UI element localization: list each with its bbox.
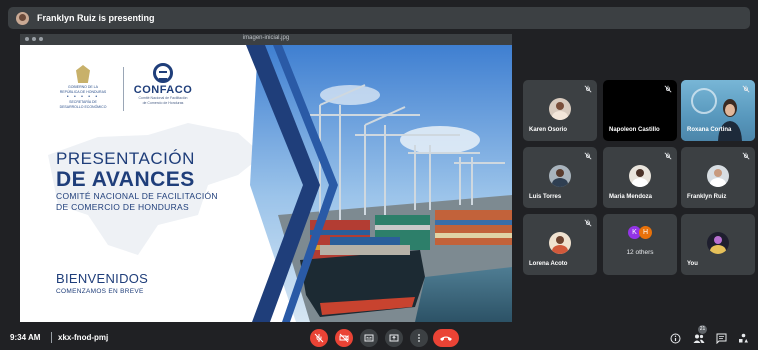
participant-name: You: [687, 261, 698, 267]
slide-subtitle: DE COMERCIO DE HONDURAS: [56, 202, 189, 212]
activities-icon: [738, 333, 748, 342]
camera-toggle-button[interactable]: [335, 329, 353, 347]
presentation-file-name: imagen-inicial.jpg: [242, 35, 290, 41]
participant-tile[interactable]: Franklyn Ruiz: [681, 147, 755, 208]
participant-tile[interactable]: Karen Osorio: [523, 80, 597, 141]
participant-name: Maria Mendoza: [609, 194, 653, 200]
others-tile[interactable]: K H 12 others: [603, 214, 677, 275]
participant-tile[interactable]: Lorena Acoto: [523, 214, 597, 275]
confaco-logo-subtitle: de Comercio de Honduras: [142, 100, 184, 105]
meeting-code: xkx-fnod-pmj: [58, 333, 109, 342]
presenter-avatar: [16, 11, 29, 25]
participant-name: Karen Osorio: [529, 127, 568, 133]
self-tile[interactable]: You: [681, 214, 755, 275]
present-now-button[interactable]: [385, 329, 403, 347]
confaco-logo-name: CONFACO: [133, 84, 193, 96]
mic-off-icon: [584, 219, 592, 227]
camera-off-icon: [339, 333, 349, 343]
participant-name: Lorena Acoto: [529, 261, 568, 267]
slide-welcome: BIENVENIDOS: [56, 271, 149, 286]
avatar: [707, 232, 729, 254]
participant-video-person: [718, 99, 742, 141]
chat-button[interactable]: [714, 331, 728, 345]
participant-tile[interactable]: Napoleon Castillo: [603, 80, 677, 141]
activities-button[interactable]: [736, 331, 750, 345]
others-initials: K H: [628, 226, 652, 239]
mic-off-icon: [584, 152, 592, 160]
participant-initial: H: [639, 226, 652, 239]
avatar: [549, 98, 571, 120]
more-options-button[interactable]: [410, 329, 428, 347]
participant-tile[interactable]: Roxana Cortina: [681, 80, 755, 141]
slide-starting-soon: COMENZAMOS EN BREVE: [56, 288, 144, 295]
captions-button[interactable]: [360, 329, 378, 347]
confaco-logo-subtitle: Comité Nacional de Facilitación: [138, 96, 188, 100]
participant-name: Franklyn Ruiz: [687, 194, 727, 200]
meeting-details-button[interactable]: [668, 331, 682, 345]
slide-title: PRESENTACIÓN: [56, 149, 195, 168]
participant-name: Luis Torres: [529, 194, 562, 200]
slide-title-bold: DE AVANCES: [56, 168, 195, 191]
chat-icon: [716, 333, 726, 344]
participant-count-badge: 21: [698, 325, 707, 334]
participant-name: Napoleon Castillo: [609, 127, 660, 133]
participant-name: Roxana Cortina: [687, 127, 732, 133]
avatar: [549, 165, 571, 187]
participant-tile[interactable]: Luis Torres: [523, 147, 597, 208]
avatar: [549, 232, 571, 254]
presenting-banner: Franklyn Ruiz is presenting: [8, 7, 750, 29]
confaco-logo: CONFACO Comité Nacional de Facilitación …: [128, 63, 198, 105]
more-icon: [418, 334, 420, 342]
present-icon: [389, 334, 399, 342]
coat-of-arms-icon: [76, 65, 90, 83]
mic-off-icon: [314, 333, 324, 343]
presentation-screen[interactable]: imagen-inicial.jpg GOBIERNO DE LA REPÚBL…: [20, 34, 512, 322]
captions-icon: [364, 334, 374, 342]
presenting-text: Franklyn Ruiz is presenting: [37, 13, 155, 23]
slide: GOBIERNO DE LA REPÚBLICA DE HONDURAS • •…: [20, 45, 512, 322]
leave-call-button[interactable]: [433, 329, 459, 347]
bottom-divider: [51, 332, 52, 343]
mic-off-icon: [664, 85, 672, 93]
government-logo-line: DESARROLLO ECONÓMICO: [59, 104, 107, 109]
hang-up-icon: [440, 336, 452, 341]
microphone-toggle-button[interactable]: [310, 329, 328, 347]
presentation-window-titlebar: imagen-inicial.jpg: [20, 34, 512, 45]
others-count-label: 12 others: [626, 249, 654, 256]
participant-tile[interactable]: Maria Mendoza: [603, 147, 677, 208]
mic-off-icon: [664, 152, 672, 160]
background-logo-icon: [691, 88, 717, 114]
mic-off-icon: [742, 152, 750, 160]
confaco-mark-icon: [153, 63, 173, 83]
slide-subtitle: COMITÉ NACIONAL DE FACILITACIÓN: [56, 191, 218, 201]
mic-off-icon: [742, 85, 750, 93]
government-logo: GOBIERNO DE LA REPÚBLICA DE HONDURAS • •…: [48, 65, 118, 109]
avatar: [707, 165, 729, 187]
people-icon: [693, 334, 705, 343]
logo-divider: [123, 67, 124, 111]
avatar: [629, 165, 651, 187]
clock: 9:34 AM: [10, 333, 41, 342]
mic-off-icon: [584, 85, 592, 93]
info-icon: [670, 333, 680, 343]
